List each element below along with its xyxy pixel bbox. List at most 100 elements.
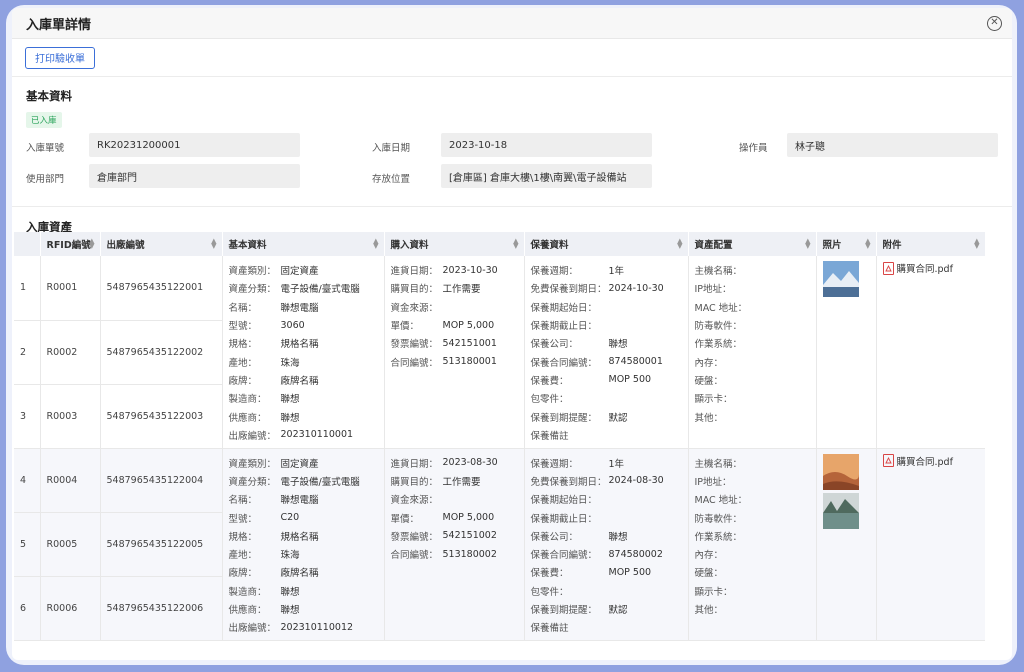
field-key: 免費保養到期日： [530, 284, 607, 296]
field-key: 資金來源： [390, 495, 439, 507]
field-value: MOP 5,000 [442, 512, 495, 524]
field-key: 規格： [228, 531, 258, 543]
field-line: 廠牌： 廠牌名稱 [229, 563, 378, 581]
field-key: 購買目的： [390, 476, 439, 488]
field-line: 購買目的： 工作需要 [391, 472, 518, 490]
field-key: 其他： [694, 605, 724, 617]
field-key: 包零件： [530, 394, 569, 406]
photo-thumbnail[interactable] [822, 492, 859, 529]
field-key: MAC 地址： [694, 495, 748, 507]
date-label: 入庫日期 [372, 143, 411, 154]
field-line: 其他： [695, 600, 810, 618]
col-header-label: RFID編號 [46, 240, 91, 251]
sort-icon[interactable]: ▲ ▼ [89, 238, 94, 250]
col-header-purchase[interactable]: 購入資料 ▲ ▼ [384, 232, 525, 256]
col-header-label: 資產配置 [694, 240, 733, 251]
col-header-rfid[interactable]: RFID編號 ▲ ▼ [40, 232, 101, 256]
field-key: 單價： [390, 321, 420, 333]
col-header-photo[interactable]: 照片 ▲ ▼ [816, 232, 877, 256]
field-key: 防毒軟件： [694, 513, 743, 525]
field-line: 型號： C20 [229, 508, 378, 526]
col-header-label: 照片 [822, 240, 842, 251]
field-key: 保養週期： [530, 266, 579, 278]
field-line: 保養到期提醒： 默認 [531, 600, 682, 618]
basic-info-cell: 資產類別： 固定資產 資產分類： 電子設備/臺式電腦 名稱： 聯想電腦 型號： C20 規格：規… [222, 448, 385, 641]
assets-table-wrap: RFID編號 ▲ ▼ 出廠編號 ▲ ▼ 基本資料 ▲ ▼ 購入資料 ▲ ▼ 保養資料 ▲ ▼ 資產配… [14, 232, 985, 642]
field-value: 542151001 [442, 337, 497, 349]
sort-icon[interactable]: ▲ ▼ [865, 238, 870, 250]
field-line: 發票編號： 542151002 [391, 527, 518, 545]
operator-field: 林子聰 [787, 133, 998, 157]
field-line: 供應商： 聯想 [229, 600, 378, 618]
col-header-index [14, 232, 41, 256]
rfid-cell: R0002 [40, 320, 101, 385]
row-index-cell: 4 [14, 448, 41, 513]
field-key: 保養備註 [530, 623, 569, 635]
field-key: 型號： [228, 321, 258, 333]
col-header-label: 出廠編號 [106, 240, 145, 251]
field-line: 資產分類： 電子設備/臺式電腦 [229, 279, 378, 297]
basic-info-section: 基本資料 已入庫 入庫單號 RK20231200001 入庫日期 2023-10… [12, 77, 1012, 197]
operator-label: 操作員 [739, 143, 768, 154]
field-key: 保養備註 [530, 430, 569, 442]
field-key: 製造商： [228, 586, 267, 598]
field-value: 2024-10-30 [608, 282, 664, 294]
sort-icon[interactable]: ▲ ▼ [805, 238, 810, 250]
field-line: 保養費： MOP 500 [531, 371, 682, 389]
field-value: 工作需要 [442, 476, 481, 488]
field-key: 保養合同編號： [530, 550, 598, 562]
photo-cell [816, 256, 877, 449]
field-key: 進貨日期： [390, 458, 439, 470]
field-value: MOP 500 [608, 566, 652, 578]
field-line: 作業系統： [695, 527, 810, 545]
field-key: 發票編號： [390, 531, 439, 543]
basic-info-title: 基本資料 [26, 89, 72, 103]
attachment-link[interactable]: 購買合同.pdf [882, 454, 979, 468]
toolbar: 打印驗收單 [12, 39, 1012, 77]
attachment-link[interactable]: 購買合同.pdf [882, 261, 979, 275]
row-index-cell: 3 [14, 384, 41, 449]
modal-title: 入庫單詳情 [26, 17, 92, 33]
sort-icon[interactable]: ▲ ▼ [373, 238, 378, 250]
col-header-attachment[interactable]: 附件 ▲ ▼ [876, 232, 985, 256]
field-line: 廠牌： 廠牌名稱 [229, 371, 378, 389]
location-field: [倉庫區] 倉庫大樓\1樓\南翼\電子設備站 [441, 164, 652, 188]
field-value: 1年 [608, 266, 625, 278]
assets-table-body: 1 R0001 5487965435122001 資產類別： 固定資產 資產分類： 電子設備… [14, 256, 985, 641]
field-value: 2023-10-30 [442, 264, 498, 276]
field-value: 513180001 [442, 356, 497, 368]
field-key: 硬盤： [694, 375, 724, 387]
field-line: 製造商： 聯想 [229, 389, 378, 407]
col-header-serial[interactable]: 出廠編號 ▲ ▼ [100, 232, 223, 256]
rfid-cell: R0003 [40, 384, 101, 449]
photo-thumbnail[interactable] [822, 453, 859, 490]
field-key: IP地址： [694, 284, 732, 296]
col-header-basic[interactable]: 基本資料 ▲ ▼ [222, 232, 385, 256]
col-header-maintenance[interactable]: 保養資料 ▲ ▼ [524, 232, 689, 256]
field-line: 保養合同編號： 874580001 [531, 352, 682, 370]
sort-icon[interactable]: ▲ ▼ [513, 238, 518, 250]
field-line: 產地： 珠海 [229, 352, 378, 370]
field-key: 製造商： [228, 394, 267, 406]
config-info-cell: 主機名稱： IP地址： MAC 地址： 防毒軟件： 作業系統： 內存： 硬盤： 顯示卡： 其他： [688, 256, 817, 449]
sort-icon[interactable]: ▲ ▼ [211, 238, 216, 250]
field-line: 資產分類： 電子設備/臺式電腦 [229, 472, 378, 490]
field-line: 資產類別： 固定資產 [229, 261, 378, 279]
field-line: MAC 地址： [695, 490, 810, 508]
field-line: 硬盤： [695, 371, 810, 389]
field-line: 規格： 規格名稱 [229, 527, 378, 545]
close-icon[interactable]: ✕ [987, 15, 1002, 31]
date-field: 2023-10-18 [441, 133, 652, 157]
sort-icon[interactable]: ▲ ▼ [677, 238, 682, 250]
table-row: 4 R0004 5487965435122004 資產類別： 固定資產 資產分類： 電子設備… [14, 448, 985, 641]
field-line: 保養備註 [531, 426, 682, 444]
col-header-config[interactable]: 資產配置 ▲ ▼ [688, 232, 817, 256]
field-key: 作業系統： [694, 531, 743, 543]
field-key: 免費保養到期日： [530, 476, 607, 488]
attachment-cell: 購買合同.pdf [876, 256, 985, 449]
photo-thumbnail[interactable] [822, 261, 859, 297]
field-key: 名稱： [228, 302, 258, 314]
sort-icon[interactable]: ▲ ▼ [974, 238, 979, 250]
print-receipt-button[interactable]: 打印驗收單 [25, 46, 95, 69]
field-line: 合同編號： 513180001 [391, 352, 518, 370]
